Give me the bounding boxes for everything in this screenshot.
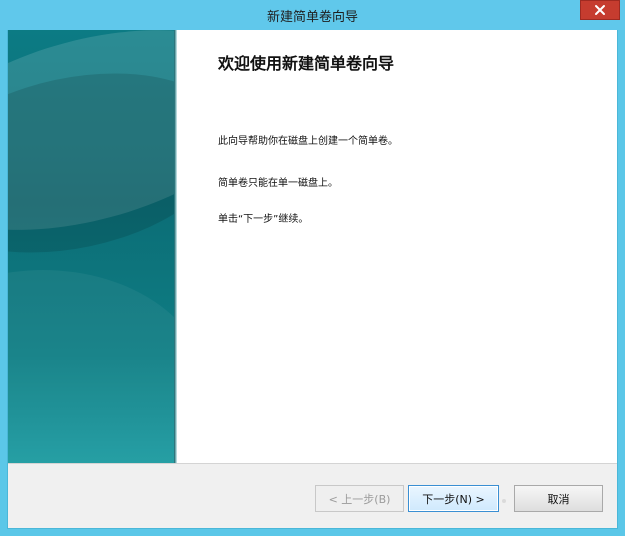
wizard-button-bar: < 上一步(B) 下一步(N) > 取消: [8, 463, 617, 528]
wizard-heading: 欢迎使用新建简单卷向导: [218, 54, 395, 73]
next-button[interactable]: 下一步(N) >: [408, 485, 499, 512]
wizard-welcome-content: 欢迎使用新建简单卷向导 此向导帮助你在磁盘上创建一个简单卷。 简单卷只能在单一磁…: [218, 50, 598, 440]
title-bar[interactable]: 新建简单卷向导: [0, 0, 625, 30]
button-separator-dot: [502, 499, 506, 503]
description-line-2: 简单卷只能在单一磁盘上。: [218, 178, 338, 189]
wizard-client-area: 欢迎使用新建简单卷向导 此向导帮助你在磁盘上创建一个简单卷。 简单卷只能在单一磁…: [7, 30, 618, 529]
banner-divider: [174, 30, 177, 463]
close-button[interactable]: [580, 0, 620, 20]
description-line-3: 单击“下一步”继续。: [218, 214, 309, 225]
window-title: 新建简单卷向导: [266, 10, 358, 25]
close-icon: [581, 1, 619, 19]
description-line-1: 此向导帮助你在磁盘上创建一个简单卷。: [218, 136, 398, 147]
banner-lower-glow: [8, 270, 174, 463]
wizard-side-banner: [8, 30, 174, 463]
back-button[interactable]: < 上一步(B): [315, 485, 404, 512]
cancel-button[interactable]: 取消: [514, 485, 603, 512]
wizard-window: 新建简单卷向导 欢迎使用新建简单卷向导 此向导帮助你在磁盘上创建一个简单卷。 简…: [0, 0, 625, 536]
